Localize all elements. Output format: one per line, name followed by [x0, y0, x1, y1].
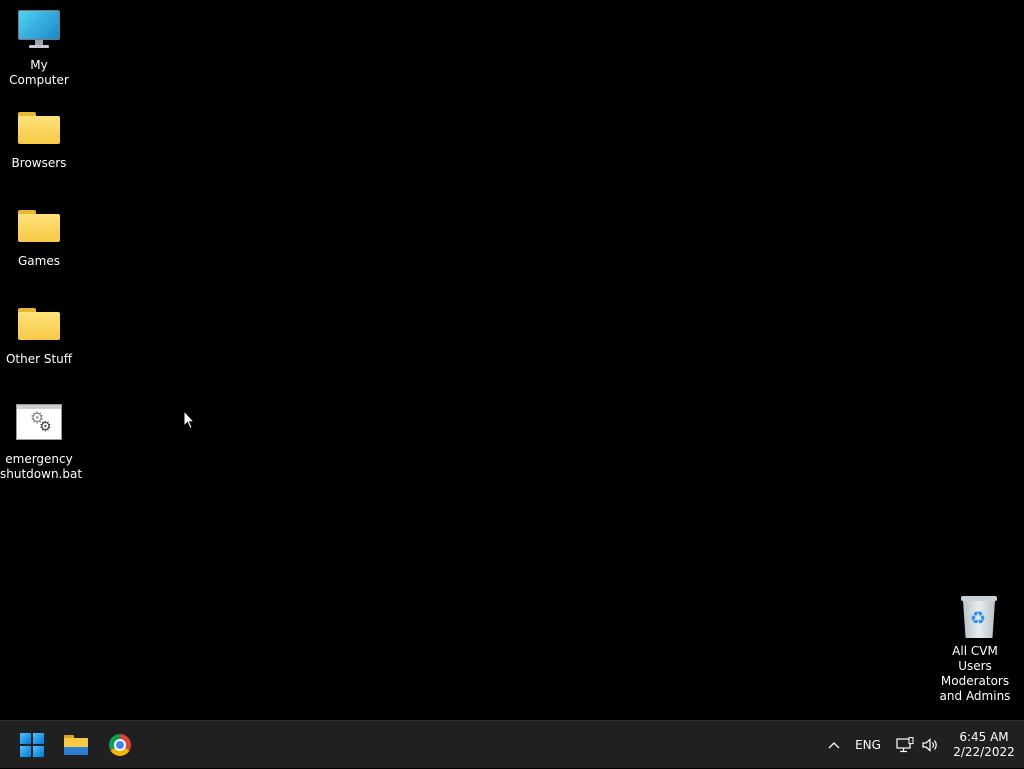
- clock[interactable]: 6:45 AM 2/22/2022: [948, 721, 1020, 769]
- desktop-icon-label: Browsers: [11, 156, 67, 170]
- desktop-icon-label: My Computer: [9, 58, 69, 87]
- desktop-icon-games[interactable]: Games: [0, 206, 78, 269]
- volume-icon: [922, 738, 937, 752]
- chrome-button[interactable]: [100, 725, 140, 765]
- recycle-symbol-icon: ♻: [970, 608, 987, 629]
- desktop-icon-label: Games: [18, 254, 60, 268]
- gear-icon: ⚙: [39, 419, 52, 435]
- taskbar: ENG 6:45 AM 2/22/2022: [0, 720, 1024, 768]
- clock-time: 6:45 AM: [959, 730, 1009, 744]
- desktop-icon-my-computer[interactable]: My Computer: [0, 10, 78, 88]
- folder-icon: [15, 206, 63, 250]
- file-explorer-button[interactable]: [56, 725, 96, 765]
- chevron-up-icon: [828, 742, 840, 749]
- mouse-cursor-icon: [183, 410, 195, 430]
- batch-file-icon: ⚙ ⚙: [15, 404, 63, 448]
- desktop-icon-label: Other Stuff: [5, 352, 73, 366]
- folder-icon: [15, 108, 63, 152]
- volume-button[interactable]: [918, 721, 942, 769]
- clock-date: 2/22/2022: [953, 745, 1015, 759]
- recycle-bin-icon: ♻: [951, 596, 999, 640]
- desktop-icon-recycle-bin[interactable]: ♻ All CVM Users Moderators and Admins: [936, 596, 1014, 704]
- show-hidden-icons-button[interactable]: [822, 721, 846, 769]
- desktop-icon-browsers[interactable]: Browsers: [0, 108, 78, 171]
- start-button[interactable]: [12, 725, 52, 765]
- desktop-icon-emergency-shutdown[interactable]: ⚙ ⚙ emergency shutdown.bat: [0, 404, 83, 482]
- network-button[interactable]: [894, 721, 916, 769]
- desktop[interactable]: My Computer Browsers Games Other Stuff ⚙…: [0, 0, 1024, 720]
- folder-icon: [15, 304, 63, 348]
- desktop-icon-label: emergency shutdown.bat: [0, 452, 83, 481]
- input-language-indicator[interactable]: ENG: [852, 721, 884, 769]
- desktop-icon-other-stuff[interactable]: Other Stuff: [0, 304, 78, 367]
- windows-logo-icon: [20, 733, 44, 757]
- network-icon: [896, 737, 914, 753]
- monitor-icon: [15, 10, 63, 54]
- file-explorer-icon: [64, 735, 88, 755]
- chrome-icon: [109, 734, 131, 756]
- desktop-icon-label: All CVM Users Moderators and Admins: [939, 644, 1011, 703]
